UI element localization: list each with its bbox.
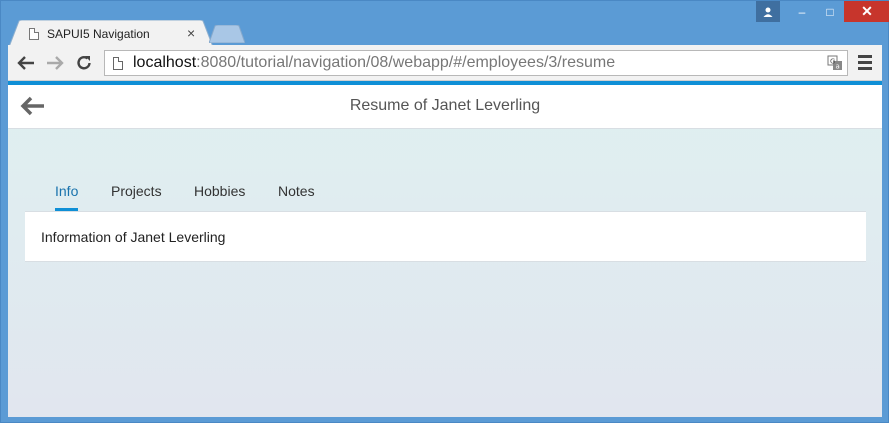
- url-host: localhost: [133, 54, 197, 71]
- app-header: Resume of Janet Leverling: [8, 85, 882, 129]
- back-arrow-icon[interactable]: [20, 95, 46, 117]
- reload-icon[interactable]: [74, 53, 94, 73]
- tab-projects[interactable]: Projects: [111, 173, 162, 211]
- tab-label: Hobbies: [194, 183, 246, 199]
- translate-icon[interactable]: G a: [827, 55, 843, 71]
- tab-strip: SAPUI5 Navigation × – □ ✕: [1, 1, 889, 47]
- tab-notes[interactable]: Notes: [278, 173, 315, 211]
- maximize-button[interactable]: □: [816, 1, 844, 22]
- tab-label: Info: [55, 183, 79, 199]
- forward-arrow-icon[interactable]: [45, 53, 65, 73]
- page-title: Resume of Janet Leverling: [349, 97, 541, 114]
- tab-hobbies[interactable]: Hobbies: [194, 173, 245, 211]
- page-icon: [113, 56, 123, 70]
- browser-window: SAPUI5 Navigation × – □ ✕ localhost:8080…: [0, 0, 889, 423]
- back-arrow-icon[interactable]: [16, 53, 36, 73]
- tab-content-panel: Information of Janet Leverling: [25, 211, 866, 262]
- close-window-button[interactable]: ✕: [844, 1, 889, 22]
- tab-close-icon[interactable]: ×: [187, 26, 195, 40]
- panel-text: Information of Janet Leverling: [41, 229, 226, 245]
- tab-label: Projects: [111, 183, 162, 199]
- minimize-button[interactable]: –: [788, 1, 816, 22]
- tab-info[interactable]: Info: [55, 173, 79, 211]
- tab-label: Notes: [278, 183, 315, 199]
- address-bar[interactable]: localhost:8080/tutorial/navigation/08/we…: [104, 50, 848, 76]
- tab-label-group: SAPUI5 Navigation: [29, 24, 150, 44]
- window-controls: – □ ✕: [756, 1, 889, 23]
- tab-title: SAPUI5 Navigation: [47, 27, 150, 41]
- user-icon[interactable]: [756, 1, 780, 22]
- url-text: localhost:8080/tutorial/navigation/08/we…: [133, 54, 615, 72]
- menu-icon[interactable]: [858, 55, 872, 71]
- url-path: :8080/tutorial/navigation/08/webapp/#/em…: [196, 54, 616, 71]
- browser-toolbar: localhost:8080/tutorial/navigation/08/we…: [8, 45, 882, 81]
- page-icon: [29, 28, 39, 40]
- app-page: Resume of Janet Leverling Info Projects …: [8, 85, 882, 417]
- icon-tab-bar: Info Projects Hobbies Notes: [25, 173, 865, 211]
- new-tab-button[interactable]: [209, 25, 245, 43]
- svg-text:a: a: [836, 63, 840, 71]
